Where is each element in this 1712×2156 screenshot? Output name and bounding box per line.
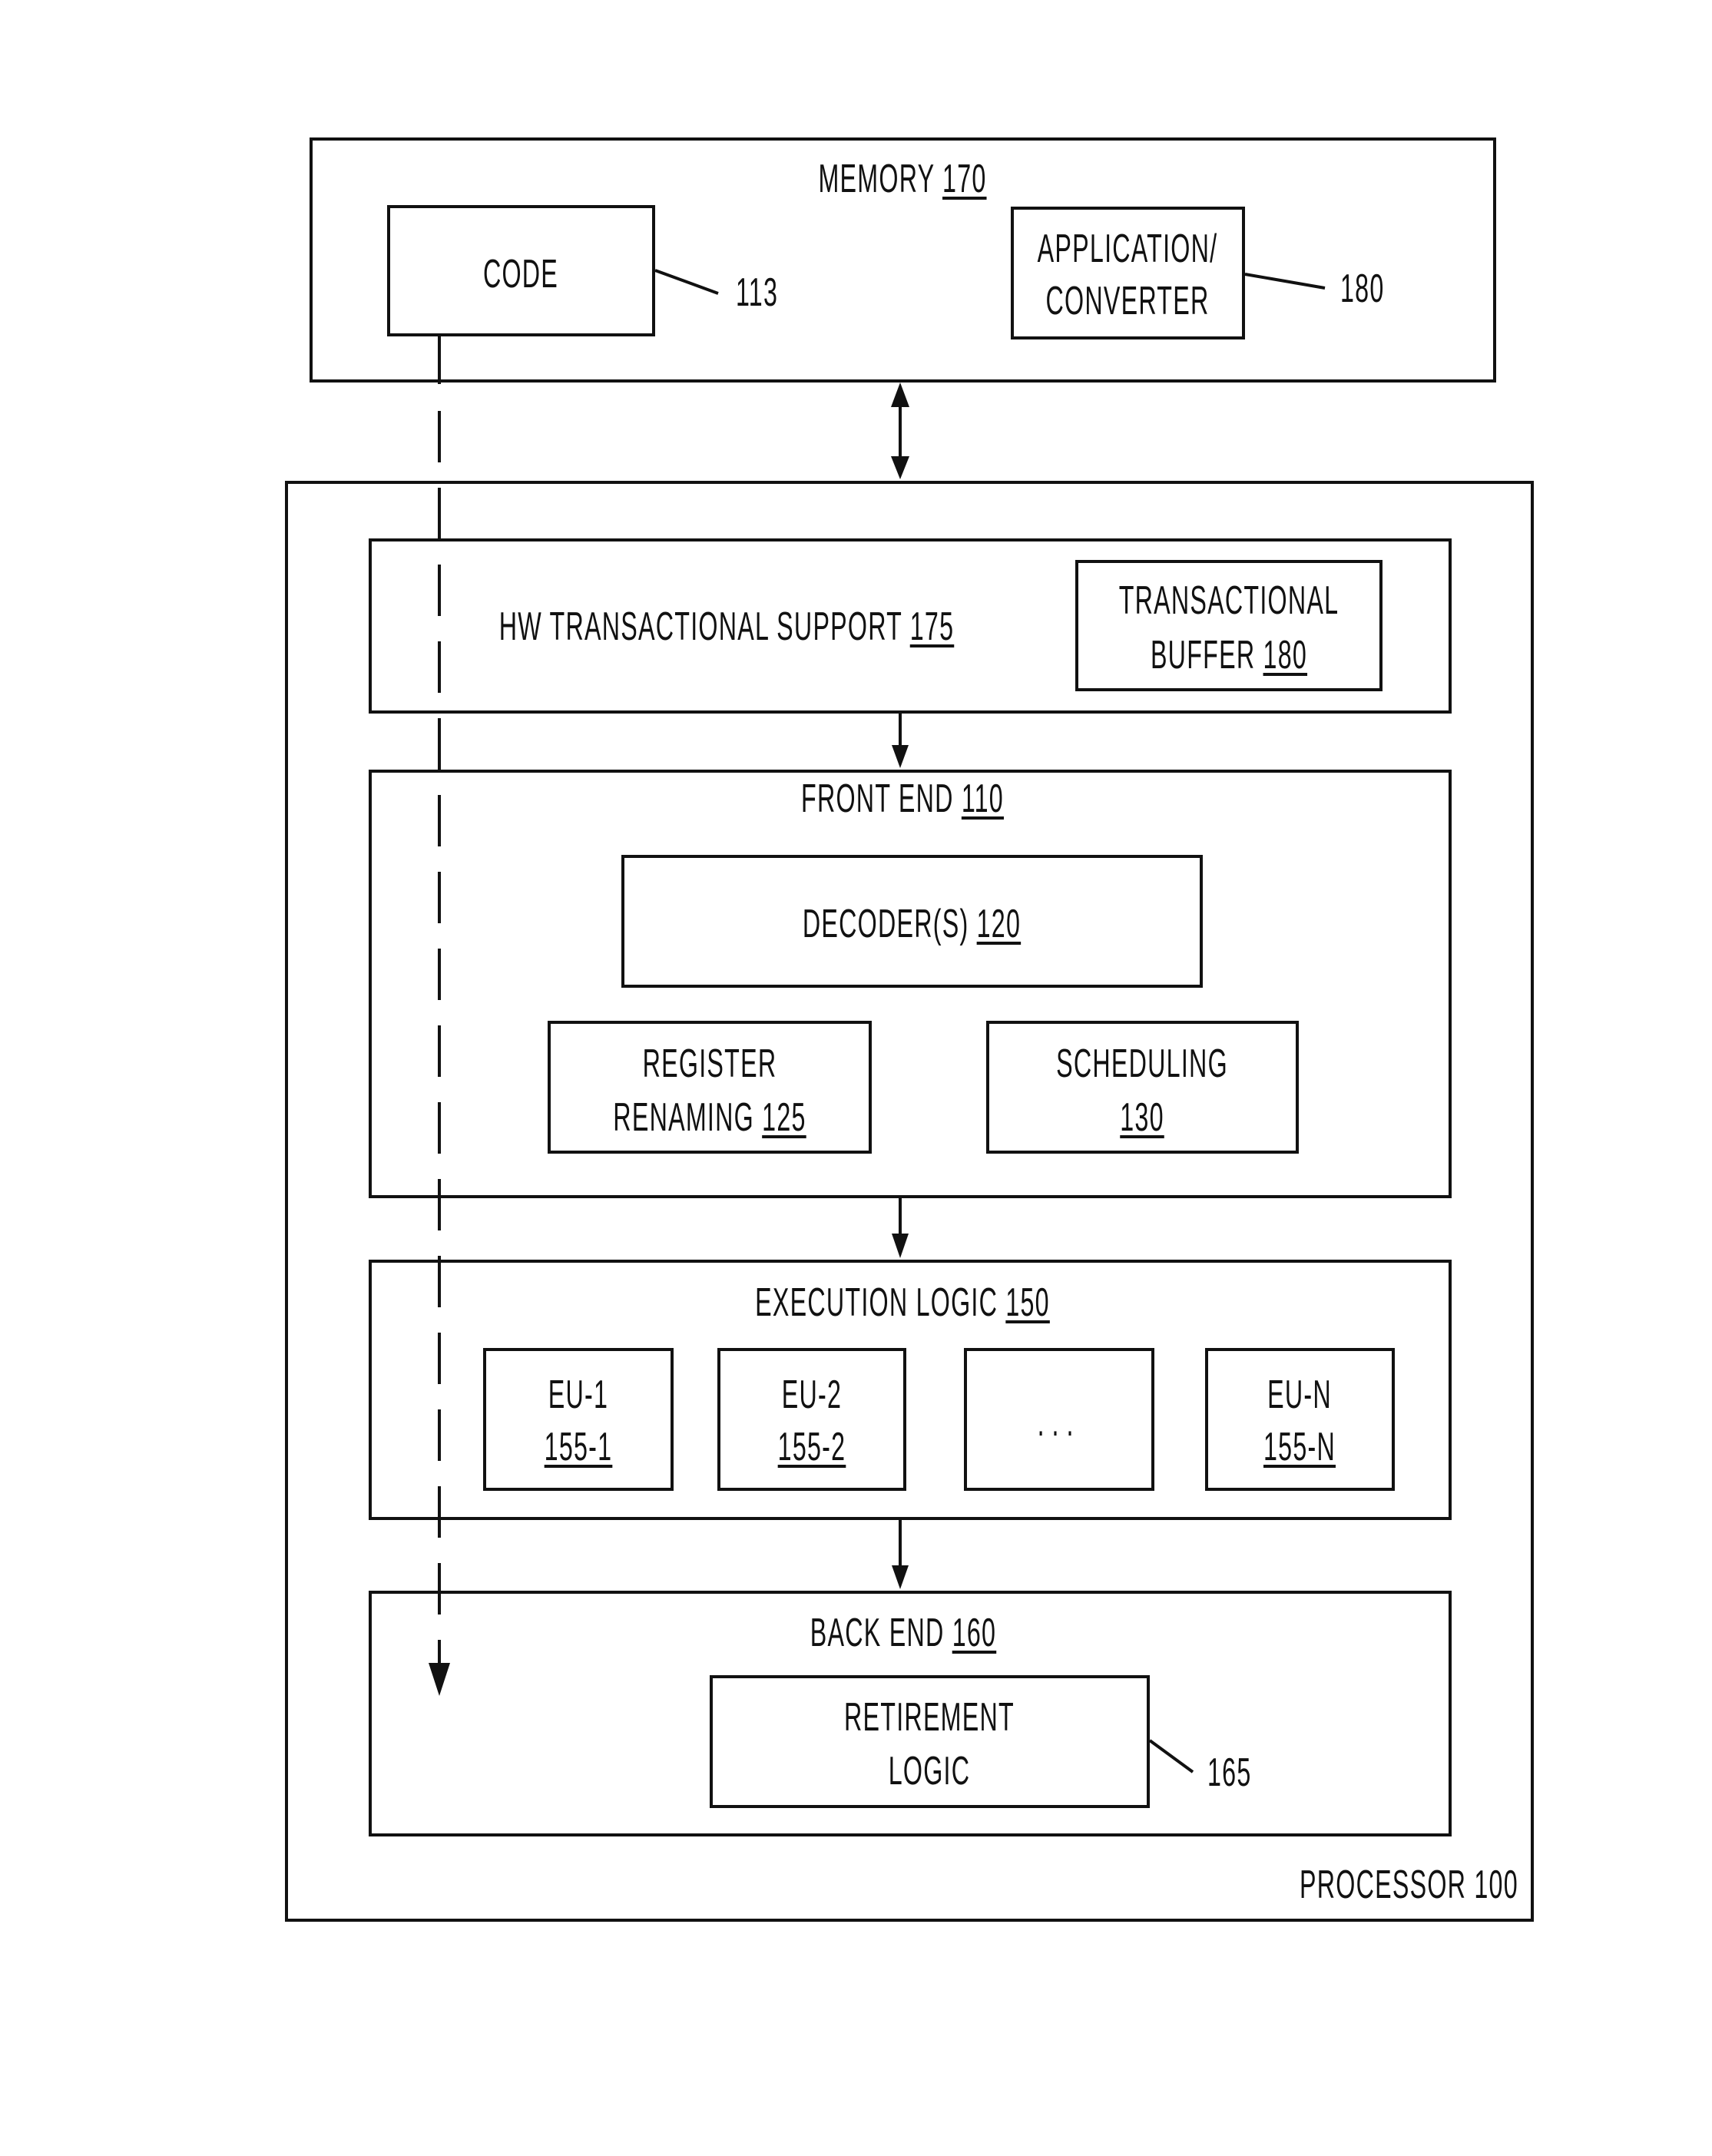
arrowhead-down-icon <box>892 1234 909 1258</box>
arrowhead-up-icon <box>891 383 909 407</box>
app-ref-leader-line <box>1244 273 1326 290</box>
arrowhead-down-icon <box>892 745 909 768</box>
retirement-ref-leader-line <box>1148 1739 1194 1773</box>
arrowhead-down-icon <box>892 1565 909 1589</box>
connector-layer <box>429 269 1326 1773</box>
arrowhead-down-icon <box>891 456 909 479</box>
code-ref-leader-line <box>654 269 719 295</box>
arrowhead-down-icon <box>429 1663 450 1696</box>
